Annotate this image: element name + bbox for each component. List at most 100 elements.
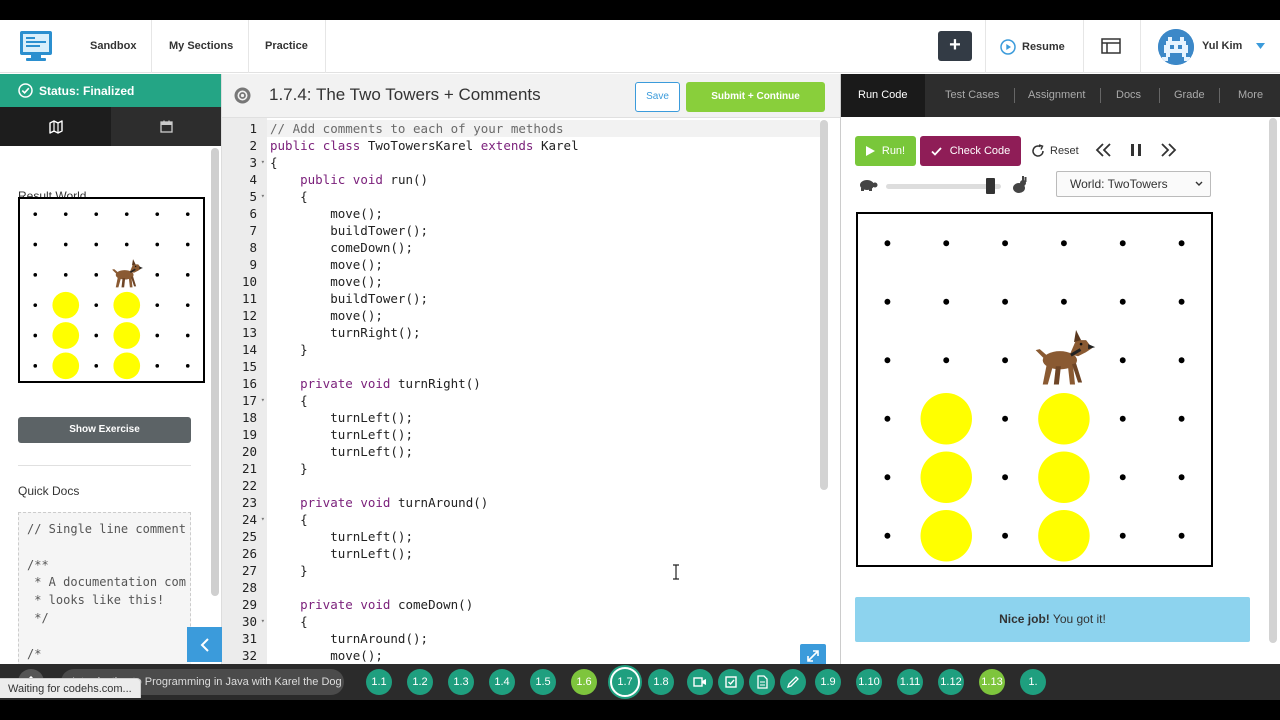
code-line[interactable]: { xyxy=(270,613,308,630)
code-line[interactable]: turnAround(); xyxy=(270,630,428,647)
run-button[interactable]: Run! xyxy=(855,136,916,166)
reset-button[interactable]: Reset xyxy=(1031,142,1079,160)
grid-dot xyxy=(1002,298,1009,305)
lesson-1-1[interactable]: 1.1 xyxy=(366,669,392,695)
code-line[interactable]: turnRight(); xyxy=(270,324,420,341)
editor-scrollbar[interactable] xyxy=(820,120,828,490)
lesson-1-3[interactable]: 1.3 xyxy=(448,669,474,695)
code-line[interactable]: move(); xyxy=(270,273,383,290)
fold-caret-icon[interactable]: ▾ xyxy=(261,392,265,409)
lesson-1-7[interactable]: 1.7 xyxy=(610,667,640,697)
code-line[interactable]: { xyxy=(270,188,308,205)
pause-icon[interactable] xyxy=(1129,142,1143,158)
show-exercise-button[interactable]: Show Exercise xyxy=(18,417,191,443)
tab-grade[interactable]: Grade xyxy=(1174,74,1205,117)
code-line[interactable]: turnLeft(); xyxy=(270,528,413,545)
code-editor[interactable]: 1 2 3 ▾ 4 5 ▾ 6 7 8 9 10 11 12 13 14 15 16 17 ▾ 18 19 20 21 22 23… xyxy=(222,118,840,664)
grid-dot xyxy=(884,415,891,422)
resume-button[interactable]: Resume xyxy=(1000,38,1065,56)
fold-caret-icon[interactable]: ▾ xyxy=(261,188,265,205)
username[interactable]: Yul Kim xyxy=(1202,20,1242,73)
speed-slider-track[interactable] xyxy=(886,184,1001,189)
tab-docs[interactable]: Docs xyxy=(1116,74,1141,117)
code-line[interactable]: public void run() xyxy=(270,171,428,188)
avatar[interactable] xyxy=(1158,29,1194,65)
fold-caret-icon[interactable]: ▾ xyxy=(261,613,265,630)
collapse-sidebar-button[interactable] xyxy=(187,627,222,662)
sidebar-scrollbar[interactable] xyxy=(211,148,219,596)
grid-dot xyxy=(884,474,891,481)
world-select[interactable]: World: TwoTowers xyxy=(1056,171,1211,197)
check-code-button[interactable]: Check Code xyxy=(920,136,1021,166)
line-number: 31 xyxy=(241,631,257,646)
right-scrollbar[interactable] xyxy=(1269,118,1277,643)
nav-practice[interactable]: Practice xyxy=(265,20,308,73)
status-badge: Status: Finalized xyxy=(0,74,221,107)
tab-more[interactable]: More xyxy=(1238,74,1263,117)
code-line[interactable]: } xyxy=(270,341,308,358)
code-line[interactable]: private void turnAround() xyxy=(270,494,488,511)
submit-continue-button[interactable]: Submit + Continue xyxy=(686,82,825,112)
fullscreen-button[interactable] xyxy=(800,644,826,664)
tab-calendar[interactable] xyxy=(111,107,221,146)
tab-world-map[interactable] xyxy=(0,107,111,146)
code-line[interactable]: comeDown(); xyxy=(270,239,413,256)
step-back-icon[interactable] xyxy=(1095,142,1113,158)
grid-dot xyxy=(1002,474,1009,481)
nav-sandbox[interactable]: Sandbox xyxy=(90,20,136,73)
line-number: 15 xyxy=(241,359,257,374)
lesson-item-check-icon[interactable] xyxy=(718,669,744,695)
tab-assignment[interactable]: Assignment xyxy=(1028,74,1085,117)
chevron-down-icon[interactable] xyxy=(1256,43,1265,49)
code-line[interactable]: } xyxy=(270,562,308,579)
code-line[interactable]: { xyxy=(270,154,278,171)
fold-caret-icon[interactable]: ▾ xyxy=(261,154,265,171)
window-icon[interactable] xyxy=(1101,38,1121,54)
code-line[interactable]: private void turnRight() xyxy=(270,375,481,392)
lesson-1-8[interactable]: 1.8 xyxy=(648,669,674,695)
step-forward-icon[interactable] xyxy=(1159,142,1177,158)
code-line[interactable]: private void comeDown() xyxy=(270,596,473,613)
grid-dot xyxy=(33,242,38,247)
lesson-1-5[interactable]: 1.5 xyxy=(530,669,556,695)
save-button[interactable]: Save xyxy=(635,82,680,112)
lesson-1-9[interactable]: 1.9 xyxy=(815,669,841,695)
lesson-1-13[interactable]: 1.13 xyxy=(979,669,1005,695)
lesson-1-6[interactable]: 1.6 xyxy=(571,669,597,695)
code-line[interactable]: // Add comments to each of your methods xyxy=(270,120,564,137)
code-line[interactable]: move(); xyxy=(270,647,383,664)
code-line[interactable]: turnLeft(); xyxy=(270,409,413,426)
code-line[interactable]: buildTower(); xyxy=(270,222,428,239)
code-line[interactable]: turnLeft(); xyxy=(270,545,413,562)
lesson-item-video-icon[interactable] xyxy=(687,669,713,695)
lesson-item-pencil-icon[interactable] xyxy=(780,669,806,695)
lesson-1-[interactable]: 1. xyxy=(1020,669,1046,695)
code-line[interactable]: public class TwoTowersKarel extends Kare… xyxy=(270,137,579,154)
code-line[interactable]: } xyxy=(270,460,308,477)
ball-marker xyxy=(52,322,80,349)
speed-slider-thumb[interactable] xyxy=(985,178,995,194)
lesson-1-12[interactable]: 1.12 xyxy=(938,669,964,695)
tab-run-code[interactable]: Run Code xyxy=(841,74,925,117)
gear-icon[interactable] xyxy=(234,87,251,104)
code-line[interactable]: turnLeft(); xyxy=(270,426,413,443)
code-line[interactable]: move(); xyxy=(270,256,383,273)
lesson-item-doc-icon[interactable] xyxy=(749,669,775,695)
code-line[interactable]: { xyxy=(270,392,308,409)
code-line[interactable]: buildTower(); xyxy=(270,290,428,307)
code-line[interactable]: turnLeft(); xyxy=(270,443,413,460)
lesson-1-11[interactable]: 1.11 xyxy=(897,669,923,695)
lesson-1-2[interactable]: 1.2 xyxy=(407,669,433,695)
nav-my-sections[interactable]: My Sections xyxy=(169,20,233,73)
lesson-1-4[interactable]: 1.4 xyxy=(489,669,515,695)
lesson-1-10[interactable]: 1.10 xyxy=(856,669,882,695)
line-number: 17 ▾ xyxy=(241,392,265,409)
tab-test-cases[interactable]: Test Cases xyxy=(945,74,999,117)
grid-dot xyxy=(185,242,190,247)
codehs-logo-icon[interactable] xyxy=(18,28,54,64)
code-line[interactable]: move(); xyxy=(270,205,383,222)
fold-caret-icon[interactable]: ▾ xyxy=(261,511,265,528)
create-plus-button[interactable]: + xyxy=(938,31,972,61)
code-line[interactable]: move(); xyxy=(270,307,383,324)
code-line[interactable]: { xyxy=(270,511,308,528)
